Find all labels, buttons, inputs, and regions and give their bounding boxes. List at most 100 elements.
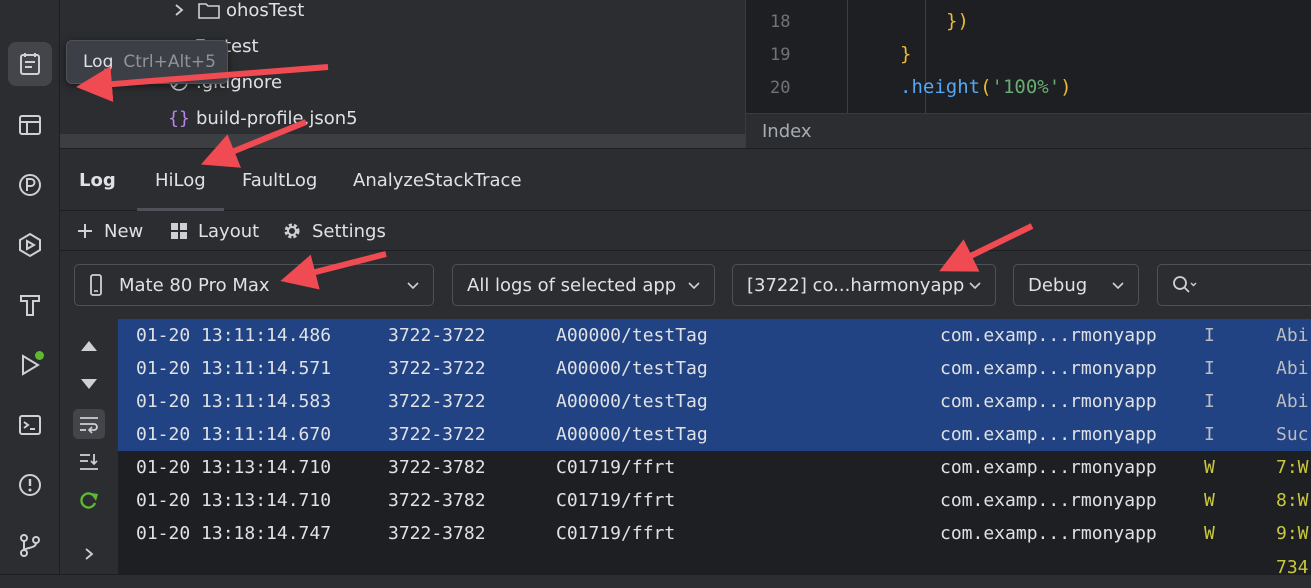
tab-label: AnalyzeStackTrace (353, 169, 522, 191)
log-row[interactable]: 01-20 13:11:14.583 3722-3722 A00000/testTa… (118, 385, 1311, 418)
structure-tool-button[interactable] (8, 103, 52, 147)
tab-analyzestacktrace[interactable]: AnalyzeStackTrace (353, 149, 522, 211)
soft-wrap-toggle[interactable] (73, 409, 105, 439)
log-time: 01-20 13:11:14.571 (136, 358, 332, 379)
terminal-tool-button[interactable] (8, 403, 52, 447)
chevron-right-icon (85, 548, 94, 560)
status-bar (0, 574, 1311, 588)
tree-horizontal-scrollbar[interactable] (60, 134, 745, 148)
paren-open: ( (980, 76, 992, 98)
profiler-p-icon (19, 174, 41, 196)
profiler-tool-button[interactable] (8, 163, 52, 207)
log-package: com.examp...rmonyapp (940, 523, 1157, 544)
soft-wrap-icon (80, 417, 98, 434)
code-line-18: }) (946, 10, 969, 32)
tree-item-label: ohosTest (226, 0, 305, 21)
log-row[interactable]: 01-20 13:13:14.710 3722-3782 C01719/ffrt co… (118, 484, 1311, 517)
grid-icon (171, 223, 187, 239)
process-value: [3722] co...harmonyapp (747, 274, 965, 296)
phone-icon (89, 274, 103, 296)
line-number: 19 (770, 45, 791, 65)
layout-label: Layout (198, 220, 260, 242)
log-message: Suc (1276, 424, 1309, 445)
chevron-right-icon[interactable] (168, 0, 190, 21)
chevron-down-icon (688, 282, 700, 290)
log-row[interactable]: 01-20 13:18:14.747 3722-3782 C01719/ffrt co… (118, 517, 1311, 550)
scroll-to-end-button[interactable] (73, 447, 105, 477)
tab-label: FaultLog (242, 169, 318, 191)
expand-side-button[interactable] (73, 539, 105, 569)
log-pid: 3722-3722 (388, 358, 486, 379)
settings-button[interactable]: Settings (282, 211, 386, 251)
gear-icon (284, 223, 300, 239)
log-tag: A00000/testTag (556, 424, 708, 445)
log-icon (20, 53, 40, 75)
log-pid: 3722-3782 (388, 490, 486, 511)
code-editor[interactable]: 18 }) 19 } 20 .height('100%') Index (745, 0, 1311, 148)
log-row[interactable]: 01-20 13:11:14.670 3722-3722 A00000/testTa… (118, 418, 1311, 451)
tool-window-strip (0, 0, 60, 588)
chevron-down-icon (1112, 282, 1124, 290)
log-tool-button[interactable] (8, 42, 52, 86)
log-tooltip: Log Ctrl+Alt+5 (66, 40, 228, 84)
layout-button[interactable]: Layout (170, 211, 259, 251)
services-tool-button[interactable] (8, 223, 52, 267)
version-control-tool-button[interactable] (8, 523, 52, 567)
log-scope-select[interactable]: All logs of selected app (452, 264, 715, 306)
search-icon (1173, 276, 1197, 293)
log-pid: 3722-3782 (388, 457, 486, 478)
problems-tool-button[interactable] (8, 463, 52, 507)
triangle-up-icon (81, 341, 97, 351)
method-name: .height (900, 76, 981, 98)
run-tool-button[interactable] (8, 343, 52, 387)
log-output[interactable]: 01-20 13:11:14.486 3722-3722 A00000/testTa… (118, 319, 1311, 588)
log-row[interactable]: 01-20 13:11:14.486 3722-3722 A00000/testTa… (118, 319, 1311, 352)
tree-item-ohostest[interactable]: ohosTest (168, 0, 304, 24)
new-label: New (104, 220, 144, 242)
log-time: 01-20 13:11:14.486 (136, 325, 332, 346)
breadcrumb-label: Index (762, 120, 812, 142)
log-level: W (1204, 490, 1215, 511)
folder-icon (198, 0, 220, 21)
log-time: 01-20 13:18:14.747 (136, 523, 332, 544)
log-level: W (1204, 523, 1215, 544)
restart-log-button[interactable] (73, 485, 105, 515)
log-package: com.examp...rmonyapp (940, 457, 1157, 478)
log-time: 01-20 13:13:14.710 (136, 457, 332, 478)
log-package: com.examp...rmonyapp (940, 391, 1157, 412)
build-tool-button[interactable] (8, 283, 52, 327)
level-value: Debug (1028, 274, 1088, 296)
log-tag: C01719/ffrt (556, 523, 676, 544)
tab-log[interactable]: Log (79, 149, 116, 211)
log-search-input[interactable] (1157, 264, 1311, 306)
device-select[interactable]: Mate 80 Pro Max (74, 264, 434, 306)
tooltip-shortcut: Ctrl+Alt+5 (123, 52, 216, 72)
log-message: Abi (1276, 358, 1309, 379)
tree-item-label: build-profile.json5 (196, 107, 358, 129)
settings-label: Settings (312, 220, 386, 242)
git-branch-icon (20, 534, 40, 557)
level-select[interactable]: Debug (1013, 264, 1139, 306)
scroll-down-button[interactable] (73, 369, 105, 399)
new-button[interactable]: New (76, 211, 143, 251)
log-tag: A00000/testTag (556, 358, 708, 379)
tab-label: Log (79, 169, 116, 191)
line-number: 20 (770, 78, 791, 98)
layout-panel-icon (19, 115, 41, 135)
scroll-to-end-icon (80, 454, 98, 470)
process-select[interactable]: [3722] co...harmonyapp (732, 264, 996, 306)
log-message: 9:W (1276, 523, 1309, 544)
tree-item-build-profile[interactable]: {} build-profile.json5 (168, 104, 358, 132)
tree-item-label: test (224, 35, 259, 57)
tab-hilog[interactable]: HiLog (137, 149, 224, 211)
scroll-up-button[interactable] (73, 331, 105, 361)
log-time: 01-20 13:13:14.710 (136, 490, 332, 511)
editor-breadcrumb[interactable]: Index (746, 113, 1311, 148)
log-row[interactable]: 01-20 13:13:14.710 3722-3782 C01719/ffrt co… (118, 451, 1311, 484)
line-number: 18 (770, 12, 791, 32)
log-row[interactable]: 01-20 13:11:14.571 3722-3722 A00000/testTa… (118, 352, 1311, 385)
log-tag: A00000/testTag (556, 325, 708, 346)
chevron-down-icon (407, 282, 419, 290)
json-icon: {} (168, 107, 190, 129)
tab-faultlog[interactable]: FaultLog (242, 149, 317, 211)
